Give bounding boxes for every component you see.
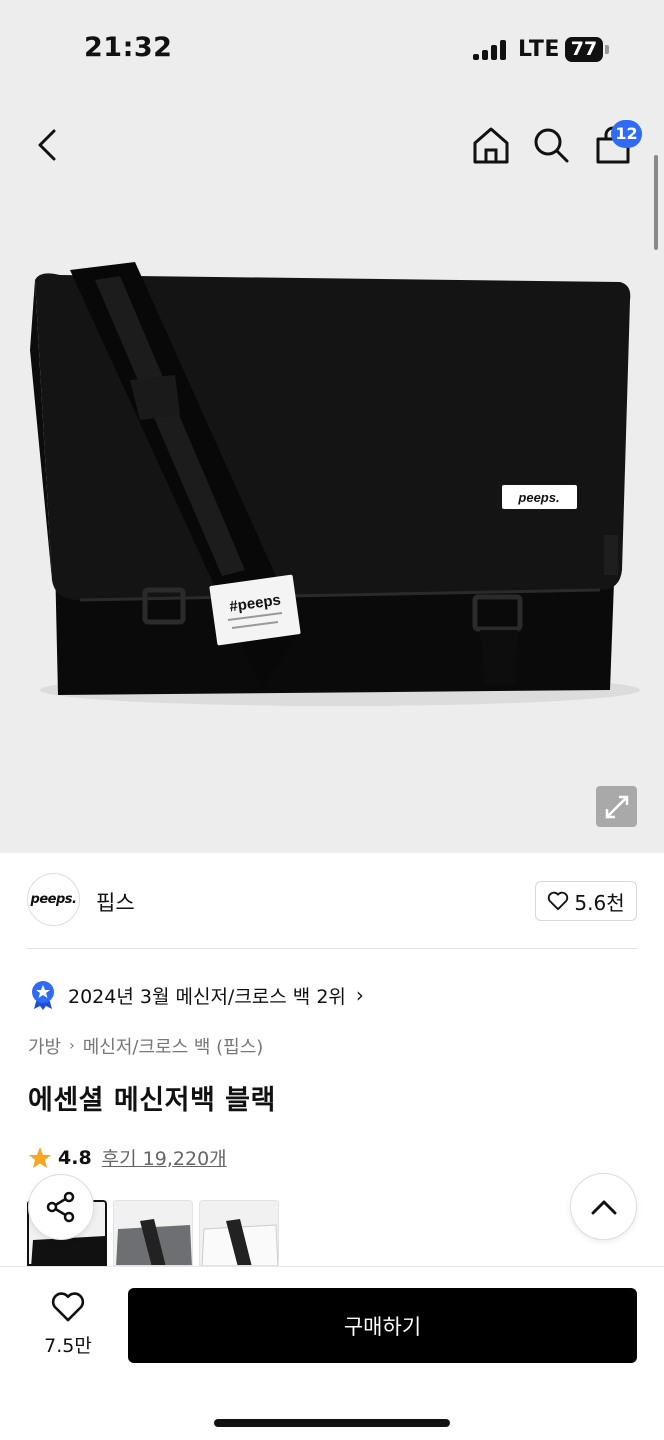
share-button[interactable] [28, 1174, 94, 1240]
scroll-to-top-button[interactable] [570, 1173, 637, 1240]
award-badge-icon [32, 981, 54, 1010]
signal-icon [473, 40, 507, 60]
product-title: 에센셜 메신저백 블랙 [28, 1085, 276, 1116]
bottom-action-bar: 7.5만 구매하기 [0, 1266, 664, 1440]
brand-like-count: 5.6천 [574, 890, 625, 915]
breadcrumb-item[interactable]: 가방 [28, 1033, 61, 1059]
divider [27, 948, 637, 949]
status-bar: 21:32 LTE 77 [0, 0, 664, 100]
chevron-right-icon: › [69, 1038, 75, 1054]
variant-thumb-grey[interactable] [113, 1200, 193, 1266]
home-button[interactable] [468, 122, 514, 168]
share-icon [46, 1191, 75, 1223]
battery-cap [605, 45, 609, 54]
flap-label-text: peeps. [517, 490, 559, 505]
breadcrumb: 가방 › 메신저/크로스 백 (핍스) [28, 1033, 263, 1059]
messenger-bag-illustration: peeps. #peeps [30, 262, 640, 706]
brand-like-button[interactable]: 5.6천 [535, 881, 637, 921]
review-count-link[interactable]: 후기 19,220개 [102, 1144, 227, 1171]
back-arrow-icon [38, 129, 56, 161]
expand-image-button[interactable] [596, 786, 637, 827]
battery-icon: 77 [565, 37, 603, 62]
brand-name[interactable]: 핍스 [96, 887, 135, 917]
buy-button[interactable]: 구매하기 [128, 1288, 637, 1363]
breadcrumb-item[interactable]: 메신저/크로스 백 (핍스) [83, 1033, 264, 1059]
rating-row: 4.8 후기 19,220개 [28, 1144, 227, 1171]
ranking-link[interactable]: 2024년 3월 메신저/크로스 백 2위 › [30, 978, 364, 1012]
chevron-right-icon: › [355, 983, 364, 1007]
heart-icon [548, 891, 569, 911]
product-image[interactable]: peeps. #peeps [0, 240, 664, 710]
back-button[interactable] [24, 122, 70, 168]
brand-row: peeps. 핍스 5.6천 [0, 870, 664, 930]
heart-icon [51, 1292, 85, 1322]
star-icon [29, 1146, 51, 1168]
variant-thumb-white[interactable] [199, 1200, 279, 1266]
status-time: 21:32 [84, 32, 173, 63]
search-button[interactable] [528, 122, 574, 168]
top-nav [0, 110, 664, 180]
brand-logo[interactable]: peeps. [27, 873, 80, 926]
chevron-up-icon [591, 1200, 616, 1214]
expand-icon [605, 795, 628, 818]
home-indicator [214, 1419, 450, 1427]
scrollbar[interactable] [654, 155, 658, 250]
cart-count-badge: 12 [611, 120, 642, 148]
ranking-text: 2024년 3월 메신저/크로스 백 2위 [68, 985, 346, 1008]
rating-score: 4.8 [58, 1146, 92, 1169]
search-icon [534, 128, 569, 163]
network-type: LTE [518, 37, 560, 62]
wishlist-button[interactable]: 7.5만 [38, 1291, 98, 1358]
home-icon [473, 127, 509, 164]
wishlist-count: 7.5만 [44, 1335, 92, 1357]
